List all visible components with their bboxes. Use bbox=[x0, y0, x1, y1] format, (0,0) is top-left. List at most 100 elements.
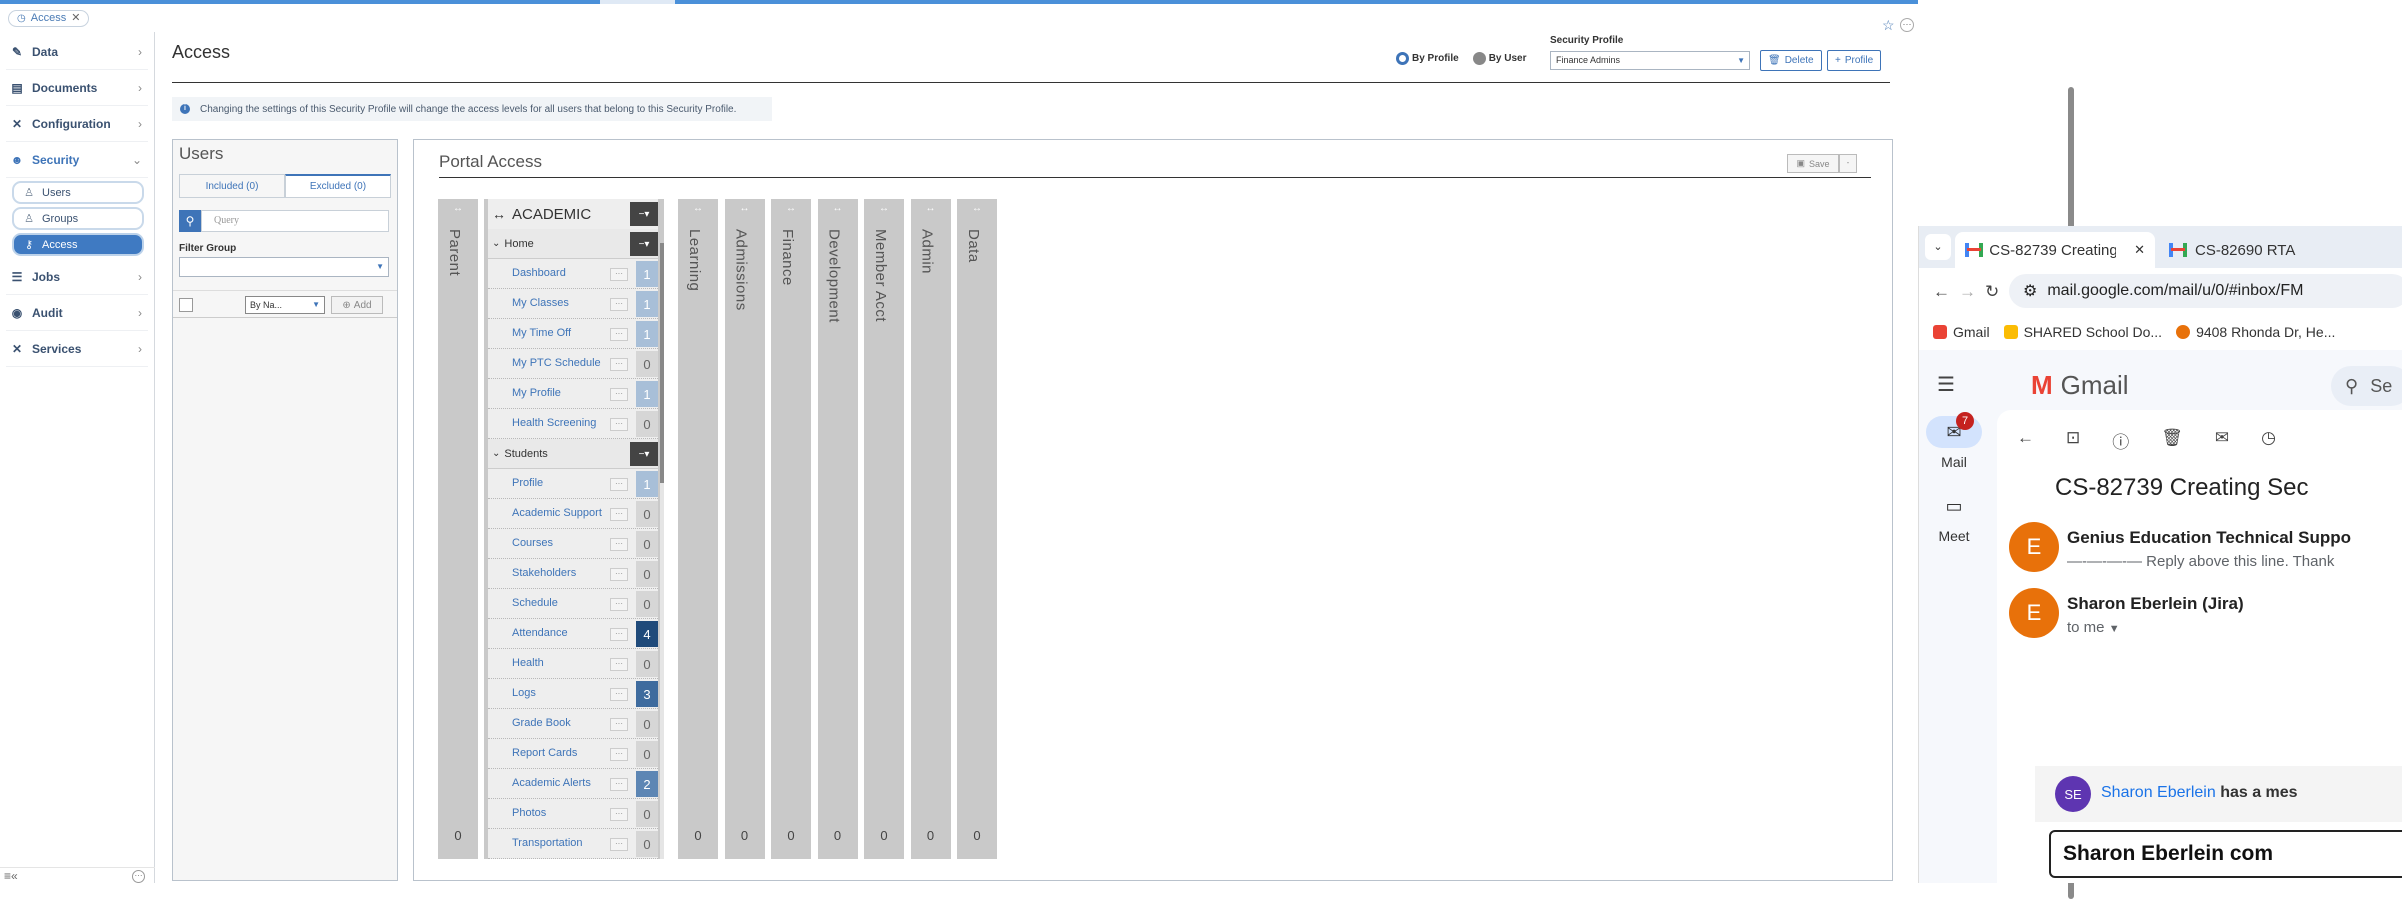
sidebar-item-data[interactable]: ✎ Data › bbox=[6, 34, 148, 70]
access-level-value[interactable]: 0 bbox=[636, 411, 658, 437]
collapse-sidebar-icon[interactable]: ≡« bbox=[4, 869, 18, 883]
more-icon[interactable]: ··· bbox=[610, 658, 628, 671]
access-row-label[interactable]: Academic Support bbox=[512, 507, 602, 519]
sidebar-subitem-users[interactable]: ♙ Users bbox=[12, 181, 144, 204]
access-row-label[interactable]: Attendance bbox=[512, 627, 568, 639]
add-user-button[interactable]: ⊕ Add bbox=[331, 296, 383, 314]
sidebar-item-audit[interactable]: ◉ Audit › bbox=[6, 295, 148, 331]
access-row-label[interactable]: Profile bbox=[512, 477, 543, 489]
access-level-value[interactable]: 0 bbox=[636, 831, 658, 857]
more-icon[interactable]: ··· bbox=[610, 418, 628, 431]
group-header-students[interactable]: ⌄ Students −▾ bbox=[488, 439, 658, 469]
access-level-value[interactable]: 0 bbox=[636, 351, 658, 377]
access-row-label[interactable]: Stakeholders bbox=[512, 567, 576, 579]
access-level-value[interactable]: 3 bbox=[636, 681, 658, 707]
mail-search-input[interactable]: ⚲ Se bbox=[2331, 366, 2402, 406]
archive-icon[interactable]: ⊡ bbox=[2066, 428, 2080, 453]
report-spam-icon[interactable]: ⓘ bbox=[2112, 428, 2129, 453]
access-row-label[interactable]: Grade Book bbox=[512, 717, 571, 729]
back-arrow-icon[interactable]: ← bbox=[2017, 428, 2034, 453]
access-level-value[interactable]: 1 bbox=[636, 381, 658, 407]
close-icon[interactable]: ✕ bbox=[2134, 242, 2145, 258]
expand-arrows-icon[interactable]: ↔ bbox=[818, 203, 858, 214]
mark-unread-icon[interactable]: ✉ bbox=[2215, 428, 2229, 453]
access-row-label[interactable]: My PTC Schedule bbox=[512, 357, 601, 369]
expand-arrows-icon[interactable]: ↔ bbox=[911, 203, 951, 214]
access-level-value[interactable]: 1 bbox=[636, 471, 658, 497]
sidebar-item-services[interactable]: ✕ Services › bbox=[6, 331, 148, 367]
column-admissions[interactable]: ↔ Admissions 0 bbox=[724, 199, 765, 859]
sidebar-item-security[interactable]: ☻ Security ⌄ bbox=[6, 142, 148, 178]
rail-meet[interactable]: ▭ Meet bbox=[1919, 490, 1989, 545]
save-options-button[interactable]: - bbox=[1839, 154, 1857, 173]
add-profile-button[interactable]: + Profile bbox=[1827, 50, 1882, 71]
more-icon[interactable]: ··· bbox=[610, 778, 628, 791]
select-all-checkbox[interactable] bbox=[179, 298, 193, 312]
close-icon[interactable]: ✕ bbox=[71, 11, 80, 26]
expand-arrows-icon[interactable]: ↔ bbox=[492, 206, 506, 222]
tab-included[interactable]: Included (0) bbox=[179, 174, 285, 198]
query-input[interactable]: Query bbox=[201, 210, 389, 232]
sidebar-item-jobs[interactable]: ☰ Jobs › bbox=[6, 259, 148, 295]
access-row-label[interactable]: My Time Off bbox=[512, 327, 571, 339]
access-level-value[interactable]: 0 bbox=[636, 741, 658, 767]
more-icon[interactable]: ··· bbox=[610, 328, 628, 341]
tab-list-icon[interactable]: ⌄ bbox=[1925, 234, 1951, 260]
column-finance[interactable]: ↔ Finance 0 bbox=[771, 199, 811, 859]
message-recipient[interactable]: to me ▼ bbox=[2067, 619, 2120, 636]
rail-mail[interactable]: ✉ 7 Mail bbox=[1919, 412, 1989, 470]
more-icon[interactable]: ··· bbox=[610, 268, 628, 281]
bookmark-shared-drive[interactable]: SHARED School Do... bbox=[2003, 324, 2162, 340]
column-learning[interactable]: ↔ Learning 0 bbox=[678, 199, 718, 859]
access-level-value[interactable]: 0 bbox=[636, 651, 658, 677]
access-row-label[interactable]: Dashboard bbox=[512, 267, 566, 279]
access-row-label[interactable]: Health Screening bbox=[512, 417, 596, 429]
access-level-value[interactable]: 0 bbox=[636, 501, 658, 527]
expand-arrows-icon[interactable]: ↔ bbox=[678, 203, 718, 214]
access-level-value[interactable]: 0 bbox=[636, 531, 658, 557]
save-button[interactable]: ▣ Save bbox=[1787, 154, 1839, 173]
access-row-label[interactable]: Transportation bbox=[512, 837, 583, 849]
delete-button[interactable]: 🗑 Delete bbox=[1760, 50, 1822, 71]
column-development[interactable]: ↔ Development 0 bbox=[817, 199, 858, 859]
more-icon[interactable]: ··· bbox=[610, 808, 628, 821]
url-input[interactable]: ⚙ mail.google.com/mail/u/0/#inbox/FM bbox=[2009, 274, 2402, 308]
forward-arrow-icon[interactable]: → bbox=[1959, 282, 1976, 302]
bookmark-gmail[interactable]: Gmail bbox=[1933, 324, 1990, 340]
sidebar-item-documents[interactable]: ▤ Documents › bbox=[6, 70, 148, 106]
bookmark-address[interactable]: 9408 Rhonda Dr, He... bbox=[2176, 324, 2335, 340]
level-dropdown[interactable]: −▾ bbox=[630, 232, 658, 256]
more-icon[interactable]: ··· bbox=[610, 478, 628, 491]
more-icon[interactable]: ··· bbox=[610, 508, 628, 521]
menu-icon[interactable]: ☰ bbox=[1937, 372, 1955, 397]
group-header-home[interactable]: ⌄ Home −▾ bbox=[488, 229, 658, 259]
sidebar-subitem-groups[interactable]: ♙ Groups bbox=[12, 207, 144, 230]
access-level-value[interactable]: 0 bbox=[636, 561, 658, 587]
column-parent[interactable]: ↔ Parent 0 bbox=[438, 199, 478, 859]
expand-arrows-icon[interactable]: ↔ bbox=[725, 203, 765, 214]
expand-arrows-icon[interactable]: ↔ bbox=[864, 203, 904, 214]
access-row-label[interactable]: Logs bbox=[512, 687, 536, 699]
access-row-label[interactable]: Report Cards bbox=[512, 747, 577, 759]
column-admin[interactable]: ↔ Admin 0 bbox=[910, 199, 951, 859]
tab-gmail-2[interactable]: CS-82690 RTA bbox=[2159, 232, 2402, 268]
more-icon[interactable]: ··· bbox=[610, 838, 628, 851]
more-icon[interactable]: ··· bbox=[610, 628, 628, 641]
tab-excluded[interactable]: Excluded (0) bbox=[285, 174, 391, 198]
quoted-name-link[interactable]: Sharon Eberlein bbox=[2101, 784, 2216, 801]
sidebar-item-configuration[interactable]: ✕ Configuration › bbox=[6, 106, 148, 142]
access-level-value[interactable]: 0 bbox=[636, 711, 658, 737]
level-dropdown[interactable]: −▾ bbox=[630, 442, 658, 466]
more-icon[interactable]: ··· bbox=[610, 748, 628, 761]
sort-select[interactable]: By Na... ▼ bbox=[245, 296, 325, 314]
access-level-value[interactable]: 1 bbox=[636, 321, 658, 347]
access-row-label[interactable]: Schedule bbox=[512, 597, 558, 609]
by-user-radio[interactable]: By User bbox=[1472, 52, 1527, 65]
access-row-label[interactable]: Photos bbox=[512, 807, 546, 819]
column-member-acct[interactable]: ↔ Member Acct 0 bbox=[864, 199, 904, 859]
access-row-label[interactable]: My Profile bbox=[512, 387, 561, 399]
access-level-value[interactable]: 2 bbox=[636, 771, 658, 797]
more-icon[interactable]: ··· bbox=[132, 870, 145, 883]
more-icon[interactable]: ··· bbox=[610, 538, 628, 551]
access-level-value[interactable]: 0 bbox=[636, 591, 658, 617]
